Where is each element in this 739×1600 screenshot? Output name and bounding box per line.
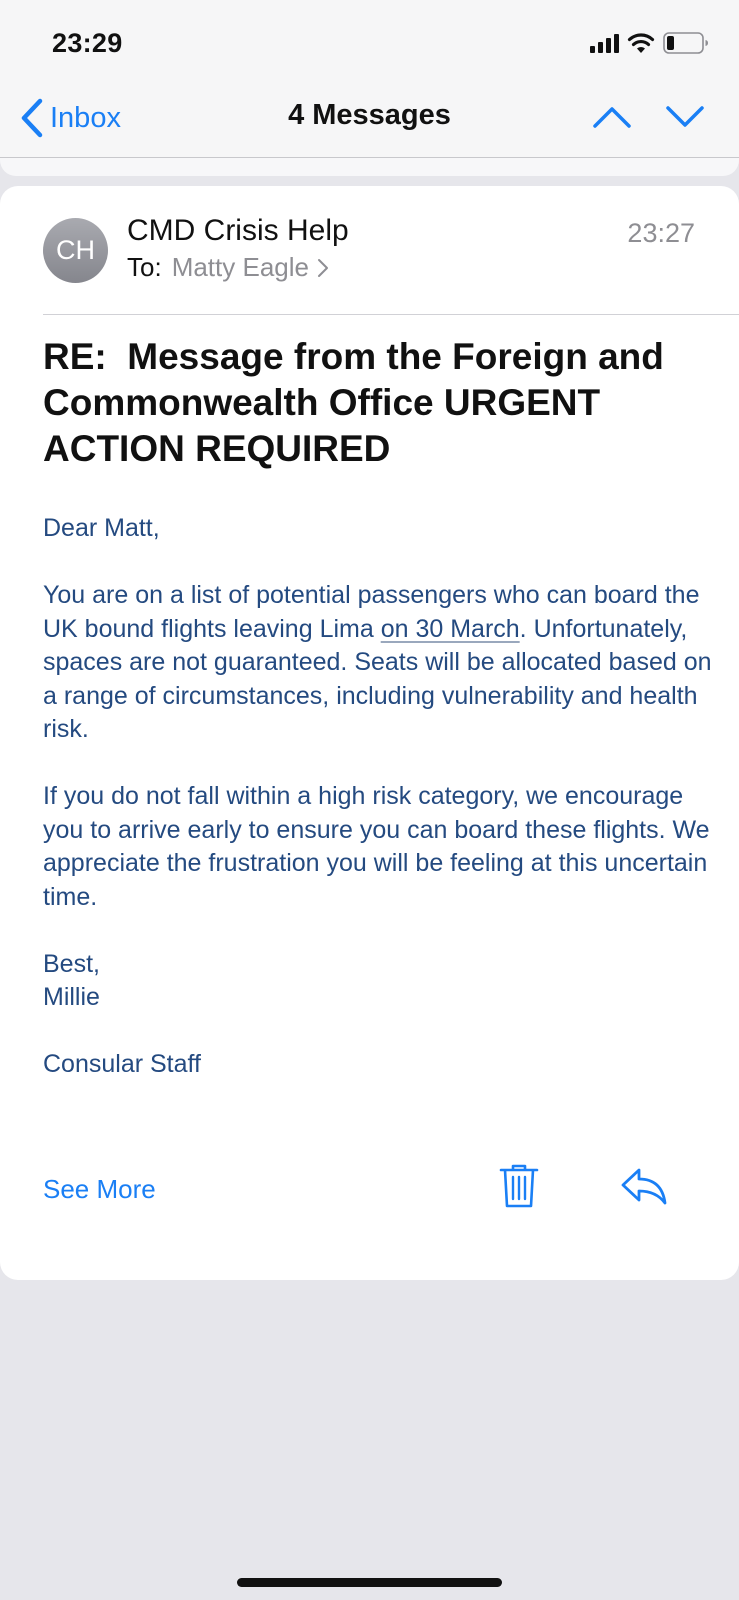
wifi-icon	[627, 33, 655, 53]
avatar[interactable]: CH	[43, 218, 108, 283]
status-icons	[590, 31, 709, 55]
email-body: Dear Matt, You are on a list of potentia…	[43, 512, 713, 1082]
email-time: 23:27	[627, 218, 695, 248]
signoff: Best,	[43, 949, 100, 978]
trash-icon[interactable]	[498, 1163, 540, 1209]
signature: Consular Staff	[43, 1050, 201, 1078]
cellular-signal-icon	[590, 33, 619, 53]
signer-name: Millie	[43, 983, 100, 1011]
previous-message-chevron-up-icon[interactable]	[592, 102, 632, 132]
greeting: Dear Matt,	[43, 514, 160, 542]
see-more-button[interactable]: See More	[43, 1174, 156, 1205]
header-divider	[43, 314, 739, 315]
sender-name[interactable]: CMD Crisis Help	[127, 214, 349, 248]
email-card: CH CMD Crisis Help 23:27 To: Matty Eagle…	[0, 186, 739, 1280]
reply-icon[interactable]	[620, 1166, 668, 1206]
body-paragraph-1: You are on a list of potential passenger…	[43, 579, 713, 747]
battery-icon	[663, 32, 708, 54]
recipient-row: To: Matty Eagle	[127, 252, 329, 283]
top-bar: 23:29 Inbox 4 Messages	[0, 0, 739, 158]
body-paragraph-2: If you do not fall within a high risk ca…	[43, 782, 710, 911]
home-indicator[interactable]	[237, 1578, 502, 1587]
previous-message-card-edge	[0, 158, 739, 176]
status-time: 23:29	[52, 28, 123, 58]
next-message-chevron-down-icon[interactable]	[665, 102, 705, 132]
to-label: To:	[127, 252, 162, 282]
recipient-name[interactable]: Matty Eagle	[172, 252, 309, 283]
chevron-right-icon	[317, 258, 328, 277]
date-link[interactable]: on 30 March	[381, 615, 520, 643]
mail-screen: 23:29 Inbox 4 Messages CH CMD Crisis Hel…	[0, 0, 739, 1600]
email-subject: RE: Message from the Foreign and Commonw…	[43, 336, 675, 469]
